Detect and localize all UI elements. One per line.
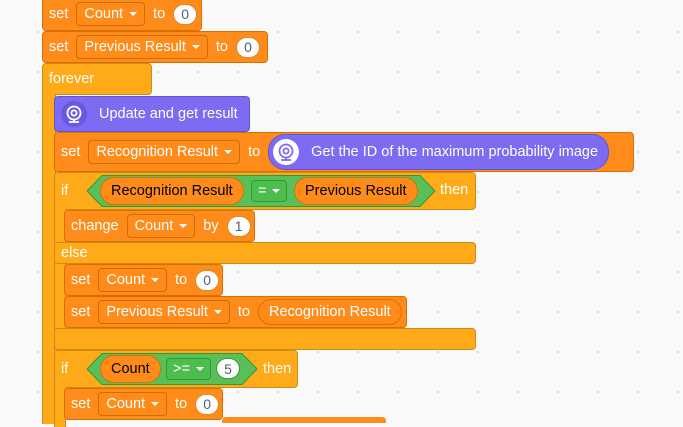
- then-keyword: then: [440, 182, 469, 198]
- set-keyword: set: [71, 304, 91, 320]
- by-keyword: by: [203, 218, 219, 234]
- forever-block[interactable]: forever: [42, 63, 152, 95]
- dropdown-label: Count: [106, 396, 146, 412]
- update-label: Update and get result: [99, 106, 238, 122]
- count-reporter[interactable]: Count: [100, 355, 161, 383]
- count-variable-dropdown[interactable]: Count: [98, 392, 168, 416]
- caret-down-icon: [179, 224, 188, 228]
- dropdown-label: Count: [106, 272, 146, 288]
- previous-result-variable-dropdown[interactable]: Previous Result: [98, 300, 230, 324]
- recognition-result-variable-dropdown[interactable]: Recognition Result: [88, 140, 241, 164]
- else-keyword: else: [61, 245, 88, 261]
- change-keyword: change: [71, 218, 119, 234]
- value-input[interactable]: 0: [173, 3, 198, 25]
- greater-equal-operator-block[interactable]: Count >= 5: [86, 353, 258, 385]
- set-count-block[interactable]: set Count to 0: [64, 264, 223, 296]
- set-keyword: set: [49, 6, 69, 22]
- then-keyword: then: [263, 361, 292, 377]
- set-keyword: set: [71, 272, 91, 288]
- value-input[interactable]: 0: [235, 36, 260, 58]
- update-and-get-result-block[interactable]: Update and get result: [54, 96, 250, 132]
- operator-dropdown[interactable]: >=: [166, 358, 211, 380]
- if-else-bottom: [54, 328, 476, 350]
- set-keyword: set: [61, 144, 81, 160]
- set-previous-result-block[interactable]: set Previous Result to 0: [42, 31, 268, 63]
- to-keyword: to: [153, 6, 166, 22]
- if-keyword: if: [61, 361, 69, 377]
- to-keyword: to: [175, 272, 188, 288]
- set-count-block[interactable]: set Count to 0: [64, 388, 223, 420]
- count-variable-dropdown[interactable]: Count: [126, 214, 196, 238]
- dropdown-label: Count: [84, 6, 124, 22]
- reporter-label: Get the ID of the maximum probability im…: [311, 144, 599, 160]
- set-recognition-result-block[interactable]: set Recognition Result to Get the ID of …: [54, 132, 634, 172]
- value-input[interactable]: 0: [195, 393, 220, 415]
- previous-result-reporter[interactable]: Previous Result: [294, 177, 418, 205]
- change-count-block[interactable]: change Count by 1: [64, 210, 255, 242]
- count-variable-dropdown[interactable]: Count: [98, 268, 168, 292]
- to-keyword: to: [175, 396, 188, 412]
- set-keyword: set: [49, 39, 69, 55]
- else-bar: else: [54, 242, 476, 264]
- dropdown-label: Recognition Result: [96, 144, 219, 160]
- to-keyword: to: [248, 144, 261, 160]
- caret-down-icon: [151, 402, 160, 406]
- caret-down-icon: [272, 189, 281, 193]
- value-input[interactable]: 0: [195, 269, 220, 291]
- caret-down-icon: [213, 310, 222, 314]
- set-previous-result-block[interactable]: set Previous Result to Recognition Resul…: [64, 296, 407, 328]
- webcam-icon: [61, 101, 87, 127]
- dropdown-label: Count: [134, 218, 174, 234]
- operator-label: >=: [173, 361, 190, 377]
- dropdown-label: Previous Result: [106, 304, 208, 320]
- caret-down-icon: [151, 278, 160, 282]
- caret-down-icon: [195, 367, 204, 371]
- operator-dropdown[interactable]: =: [251, 180, 288, 202]
- previous-result-variable-dropdown[interactable]: Previous Result: [76, 35, 208, 59]
- operator-label: =: [258, 183, 267, 199]
- caret-down-icon: [224, 150, 233, 154]
- set-keyword: set: [71, 396, 91, 412]
- value-input[interactable]: 5: [216, 358, 240, 379]
- dropdown-label: Previous Result: [84, 39, 186, 55]
- forever-keyword: forever: [49, 71, 95, 87]
- next-block-edge: [222, 417, 386, 423]
- webcam-icon: [273, 139, 300, 165]
- value-input[interactable]: 1: [226, 215, 251, 237]
- equals-operator-block[interactable]: Recognition Result = Previous Result: [86, 175, 436, 207]
- if-keyword: if: [61, 183, 69, 199]
- to-keyword: to: [215, 39, 228, 55]
- set-count-block[interactable]: set Count to 0: [42, 0, 202, 31]
- to-keyword: to: [237, 304, 250, 320]
- recognition-result-reporter[interactable]: Recognition Result: [257, 299, 402, 325]
- caret-down-icon: [129, 12, 138, 16]
- count-variable-dropdown[interactable]: Count: [76, 2, 146, 26]
- get-max-probability-id-reporter[interactable]: Get the ID of the maximum probability im…: [268, 134, 610, 170]
- caret-down-icon: [191, 45, 200, 49]
- recognition-result-reporter[interactable]: Recognition Result: [100, 177, 244, 205]
